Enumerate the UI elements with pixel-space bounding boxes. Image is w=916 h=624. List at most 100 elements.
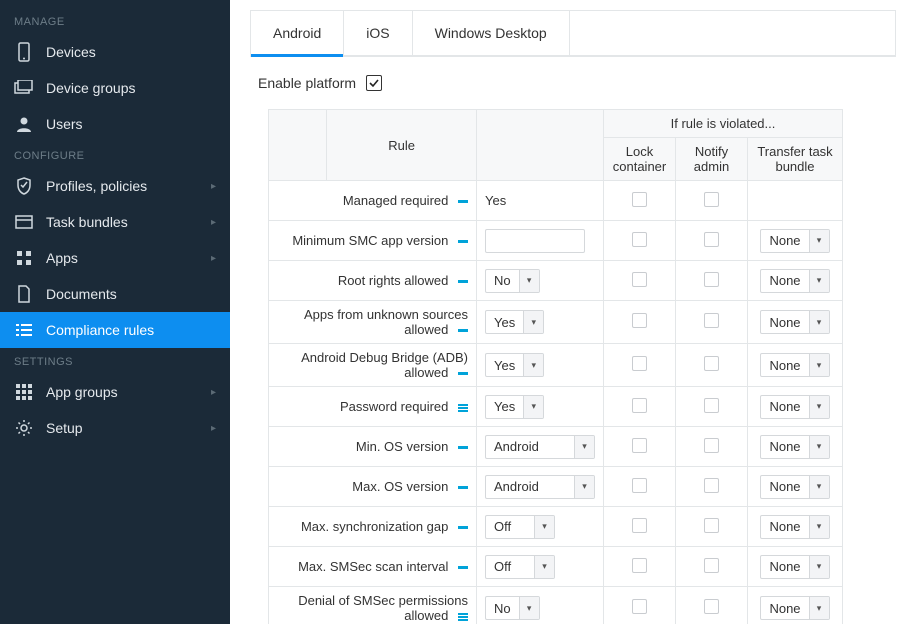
transfer-task-cell: None▾ (748, 587, 843, 624)
sidebar-item-documents[interactable]: Documents (0, 276, 230, 312)
transfer-task-select[interactable]: None▾ (760, 555, 829, 579)
rule-value-text: Yes (485, 193, 506, 208)
rule-value-select[interactable]: Off▾ (485, 515, 555, 539)
lock-container-checkbox[interactable] (632, 313, 647, 328)
rule-name-cell: Max. OS version (269, 467, 477, 507)
sidebar-item-compliance-rules[interactable]: Compliance rules (0, 312, 230, 348)
notify-admin-checkbox[interactable] (704, 518, 719, 533)
rule-value-select[interactable]: Yes▾ (485, 395, 544, 419)
sidebar: MANAGEDevicesDevice groupsUsersCONFIGURE… (0, 0, 230, 624)
lock-container-checkbox[interactable] (632, 398, 647, 413)
rule-value-select[interactable]: Off▾ (485, 555, 555, 579)
sidebar-item-device-groups[interactable]: Device groups (0, 70, 230, 106)
lock-container-cell (604, 221, 676, 261)
list-icon (14, 320, 34, 340)
lock-container-checkbox[interactable] (632, 232, 647, 247)
rule-marker-icon (458, 526, 468, 529)
rule-marker-icon (458, 446, 468, 449)
rule-marker-icon (458, 240, 468, 243)
table-row: Max. synchronization gap Off▾None▾ (269, 507, 843, 547)
transfer-task-select[interactable]: None▾ (760, 310, 829, 334)
sidebar-item-apps[interactable]: Apps▸ (0, 240, 230, 276)
rule-value-cell: Android▾ (477, 467, 604, 507)
sidebar-item-setup[interactable]: Setup▸ (0, 410, 230, 446)
lock-container-checkbox[interactable] (632, 599, 647, 614)
rule-name-cell: Min. OS version (269, 427, 477, 467)
sidebar-item-profiles-policies[interactable]: Profiles, policies▸ (0, 168, 230, 204)
lock-container-checkbox[interactable] (632, 272, 647, 287)
lock-container-cell (604, 301, 676, 344)
chevron-right-icon: ▸ (211, 253, 216, 264)
lock-container-cell (604, 587, 676, 624)
notify-admin-checkbox[interactable] (704, 478, 719, 493)
chevron-down-icon: ▾ (523, 354, 543, 376)
notify-admin-checkbox[interactable] (704, 313, 719, 328)
transfer-task-select[interactable]: None▾ (760, 353, 829, 377)
rule-marker-icon (458, 372, 468, 375)
chevron-down-icon: ▾ (809, 311, 829, 333)
transfer-task-select[interactable]: None▾ (760, 475, 829, 499)
tab-ios[interactable]: iOS (344, 11, 412, 55)
notify-admin-cell (676, 181, 748, 221)
notify-admin-checkbox[interactable] (704, 398, 719, 413)
enable-platform-checkbox[interactable] (366, 75, 382, 91)
chevron-down-icon: ▾ (809, 396, 829, 418)
notify-admin-checkbox[interactable] (704, 232, 719, 247)
transfer-task-value: None (761, 597, 808, 619)
notify-admin-checkbox[interactable] (704, 599, 719, 614)
lock-container-checkbox[interactable] (632, 478, 647, 493)
lock-container-checkbox[interactable] (632, 558, 647, 573)
notify-admin-checkbox[interactable] (704, 192, 719, 207)
rule-value-select[interactable]: Yes▾ (485, 310, 544, 334)
chevron-down-icon: ▾ (809, 476, 829, 498)
rule-value-text: No (486, 270, 519, 292)
rule-marker-icon (458, 613, 468, 621)
rule-value-select[interactable]: No▾ (485, 596, 540, 620)
rule-value-select[interactable]: Android▾ (485, 475, 595, 499)
notify-admin-cell (676, 547, 748, 587)
tab-windows[interactable]: Windows Desktop (413, 11, 570, 55)
lock-container-checkbox[interactable] (632, 518, 647, 533)
lock-container-checkbox[interactable] (632, 192, 647, 207)
sidebar-item-devices[interactable]: Devices (0, 34, 230, 70)
notify-admin-cell (676, 587, 748, 624)
notify-admin-checkbox[interactable] (704, 272, 719, 287)
rule-value-input[interactable] (485, 229, 585, 253)
sidebar-item-task-bundles[interactable]: Task bundles▸ (0, 204, 230, 240)
transfer-task-select[interactable]: None▾ (760, 269, 829, 293)
transfer-task-value: None (761, 476, 808, 498)
transfer-task-value: None (761, 270, 808, 292)
chevron-down-icon: ▾ (809, 436, 829, 458)
notify-admin-checkbox[interactable] (704, 438, 719, 453)
transfer-task-cell (748, 181, 843, 221)
header-rule: Rule (327, 110, 477, 181)
gear-icon (14, 418, 34, 438)
rule-name-cell: Root rights allowed (269, 261, 477, 301)
transfer-task-select[interactable]: None▾ (760, 596, 829, 620)
notify-admin-checkbox[interactable] (704, 558, 719, 573)
transfer-task-select[interactable]: None▾ (760, 395, 829, 419)
rule-value-text: Off (486, 516, 534, 538)
rule-name-cell: Password required (269, 387, 477, 427)
notify-admin-cell (676, 467, 748, 507)
chevron-down-icon: ▾ (519, 597, 539, 619)
transfer-task-select[interactable]: None▾ (760, 435, 829, 459)
lock-container-checkbox[interactable] (632, 438, 647, 453)
rule-value-select[interactable]: No▾ (485, 269, 540, 293)
table-row: Root rights allowed No▾ None▾ (269, 261, 843, 301)
transfer-task-select[interactable]: None▾ (760, 229, 829, 253)
notify-admin-checkbox[interactable] (704, 356, 719, 371)
transfer-task-value: None (761, 230, 808, 252)
rule-value-cell: No▾ (477, 587, 604, 624)
tab-android[interactable]: Android (251, 11, 344, 55)
transfer-task-select[interactable]: None▾ (760, 515, 829, 539)
rule-value-select[interactable]: Yes▾ (485, 353, 544, 377)
sidebar-item-app-groups[interactable]: App groups▸ (0, 374, 230, 410)
sidebar-item-users[interactable]: Users (0, 106, 230, 142)
rule-name: Max. OS version (352, 479, 448, 494)
lock-container-checkbox[interactable] (632, 356, 647, 371)
rule-name: Denial of SMSec permissions allowed (298, 593, 468, 623)
rule-marker-icon (458, 404, 468, 412)
transfer-task-cell: None▾ (748, 467, 843, 507)
rule-value-select[interactable]: Android▾ (485, 435, 595, 459)
